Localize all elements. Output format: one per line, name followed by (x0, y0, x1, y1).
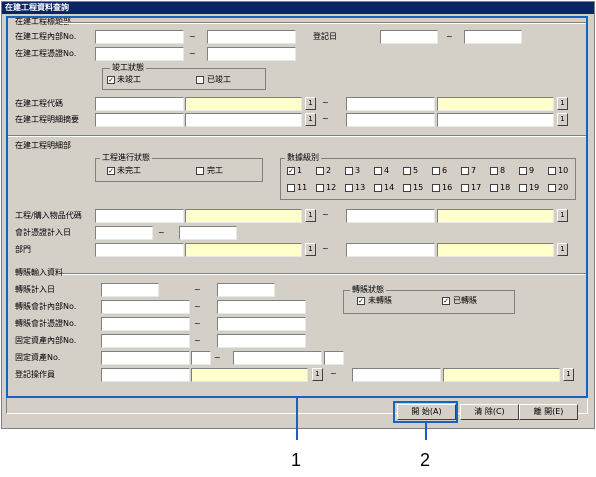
callout-frame-start-button (393, 401, 458, 423)
close-button[interactable]: 離 開(E) (519, 404, 578, 420)
callout-line-2 (425, 423, 427, 440)
callout-number-2: 2 (420, 450, 431, 470)
clear-button[interactable]: 清 除(C) (460, 404, 519, 420)
callout-frame-form (6, 16, 588, 398)
window-title: 在建工程資料查詢 (2, 2, 594, 14)
callout-number-1: 1 (291, 450, 302, 470)
callout-line-1 (296, 398, 298, 440)
